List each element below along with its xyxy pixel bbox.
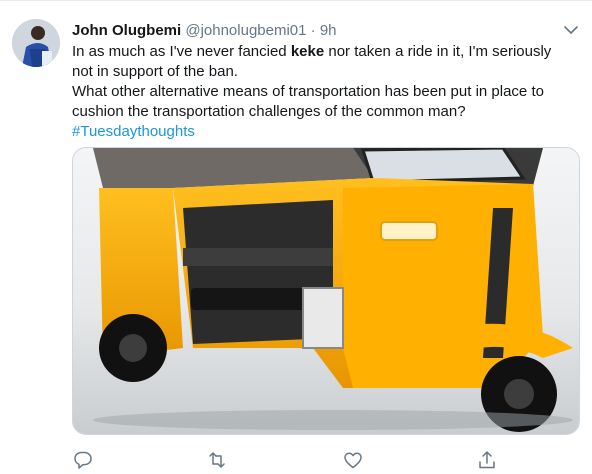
separator-dot: · <box>310 22 316 39</box>
retweet-icon[interactable] <box>206 449 228 471</box>
tweet-card[interactable]: John Olugbemi @johnolugbemi01 · 9h In as… <box>0 0 592 474</box>
tweet-image[interactable] <box>72 147 580 435</box>
tweet-header: John Olugbemi @johnolugbemi01 · 9h <box>72 21 572 41</box>
share-icon[interactable] <box>476 449 498 471</box>
chevron-down-icon[interactable] <box>562 21 580 39</box>
tweet-paragraph-2: What other alternative means of transpor… <box>72 83 544 120</box>
text-segment: In as much as I've never fancied <box>72 43 291 60</box>
like-icon[interactable] <box>342 449 364 471</box>
avatar[interactable] <box>12 19 60 67</box>
author-name[interactable]: John Olugbemi <box>72 22 181 39</box>
reply-icon[interactable] <box>72 449 94 471</box>
bold-keyword: keke <box>290 43 325 60</box>
tweet-text: In as much as I've never fancied keke no… <box>72 42 572 142</box>
tweet-paragraph-1: In as much as I've never fancied keke no… <box>72 42 572 82</box>
hashtag-link[interactable]: #Tuesdaythoughts <box>72 123 195 140</box>
tweet-actions <box>72 449 542 471</box>
tweet-time[interactable]: 9h <box>320 22 337 39</box>
author-handle[interactable]: @johnolugbemi01 <box>185 22 306 39</box>
